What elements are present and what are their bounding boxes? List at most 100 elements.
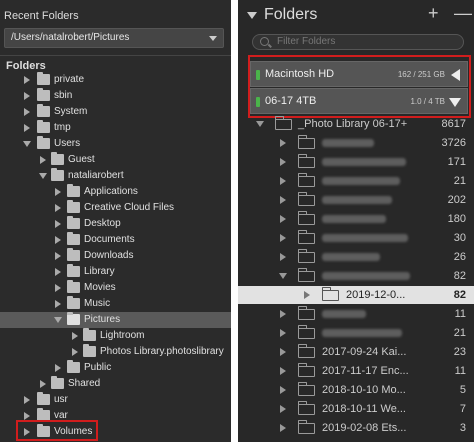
expand-arrow-icon[interactable] bbox=[55, 188, 61, 196]
expand-arrow-icon[interactable] bbox=[72, 332, 78, 340]
collapse-arrow-icon[interactable] bbox=[39, 173, 47, 179]
expand-arrow-icon[interactable] bbox=[24, 396, 30, 404]
tree-item-tmp[interactable]: tmp bbox=[0, 120, 231, 136]
folder-row[interactable]: 82 bbox=[238, 267, 474, 285]
folder-icon bbox=[67, 200, 80, 213]
folder-row-selected[interactable]: 2019-12-0... 82 bbox=[238, 286, 474, 304]
photo-count: 30 bbox=[453, 232, 466, 244]
tree-item-desktop[interactable]: Desktop bbox=[0, 216, 231, 232]
tree-item-shared[interactable]: Shared bbox=[0, 376, 231, 392]
expand-arrow-icon[interactable] bbox=[55, 204, 61, 212]
tree-item-music[interactable]: Music bbox=[0, 296, 231, 312]
collapse-arrow-icon[interactable] bbox=[54, 317, 62, 323]
expand-arrow-icon[interactable] bbox=[280, 424, 286, 432]
expand-arrow-icon[interactable] bbox=[72, 348, 78, 356]
expand-arrow-icon[interactable] bbox=[280, 234, 286, 242]
tree-item-guest[interactable]: Guest bbox=[0, 152, 231, 168]
expand-arrow-icon[interactable] bbox=[280, 215, 286, 223]
filter-folders-input[interactable]: Filter Folders bbox=[252, 34, 464, 50]
obscured-name bbox=[322, 177, 400, 186]
tree-item-downloads[interactable]: Downloads bbox=[0, 248, 231, 264]
tree-item-documents[interactable]: Documents bbox=[0, 232, 231, 248]
expand-arrow-icon[interactable] bbox=[280, 348, 286, 356]
expand-arrow-icon[interactable] bbox=[40, 380, 46, 388]
expand-arrow-icon[interactable] bbox=[55, 220, 61, 228]
tree-item-pictures[interactable]: Pictures bbox=[0, 312, 231, 328]
recent-folder-dropdown[interactable]: /Users/natalrobert/Pictures bbox=[4, 28, 224, 48]
folder-row[interactable]: 171 bbox=[238, 153, 474, 171]
photo-count: 180 bbox=[447, 213, 466, 225]
expand-arrow-icon[interactable] bbox=[280, 310, 286, 318]
tree-item-applications[interactable]: Applications bbox=[0, 184, 231, 200]
collapse-arrow-icon[interactable] bbox=[247, 12, 257, 19]
collapse-arrow-icon[interactable] bbox=[23, 141, 31, 147]
expand-arrow-icon[interactable] bbox=[280, 253, 286, 261]
folder-row[interactable]: 202 bbox=[238, 191, 474, 209]
folder-name: 2018-10-10 Mo... bbox=[322, 384, 406, 396]
expand-arrow-icon[interactable] bbox=[24, 76, 30, 84]
tree-item-users[interactable]: Users bbox=[0, 136, 231, 152]
tree-item-public[interactable]: Public bbox=[0, 360, 231, 376]
photo-count: 5 bbox=[459, 384, 466, 396]
expand-arrow-icon[interactable] bbox=[280, 177, 286, 185]
expand-arrow-icon[interactable] bbox=[55, 252, 61, 260]
tree-item-private[interactable]: private bbox=[0, 72, 231, 88]
folder-icon bbox=[51, 152, 64, 165]
folder-name bbox=[322, 137, 374, 149]
expand-arrow-icon[interactable] bbox=[55, 236, 61, 244]
expand-arrow-icon[interactable] bbox=[280, 139, 286, 147]
tree-item-label: Creative Cloud Files bbox=[84, 202, 175, 213]
expand-arrow-icon[interactable] bbox=[304, 291, 310, 299]
collapse-arrow-icon[interactable] bbox=[256, 121, 264, 127]
folder-row[interactable]: 2018-10-10 Mo... 5 bbox=[238, 381, 474, 399]
folder-icon bbox=[67, 312, 80, 325]
tree-item-sbin[interactable]: sbin bbox=[0, 88, 231, 104]
add-folder-button[interactable]: + bbox=[428, 3, 439, 24]
folder-name: 2018-10-11 We... bbox=[322, 403, 406, 415]
collapse-arrow-icon[interactable] bbox=[279, 273, 287, 279]
folder-icon bbox=[298, 135, 315, 149]
tree-item-label: Documents bbox=[84, 234, 135, 245]
folder-row[interactable]: 180 bbox=[238, 210, 474, 228]
folder-row[interactable]: 21 bbox=[238, 172, 474, 190]
folder-row[interactable]: 2017-11-17 Enc... 11 bbox=[238, 362, 474, 380]
expand-arrow-icon[interactable] bbox=[24, 92, 30, 100]
expand-arrow-icon[interactable] bbox=[280, 158, 286, 166]
folder-row[interactable]: 2018-10-11 We... 7 bbox=[238, 400, 474, 418]
tree-item-system[interactable]: System bbox=[0, 104, 231, 120]
filter-placeholder: Filter Folders bbox=[277, 36, 336, 47]
expand-arrow-icon[interactable] bbox=[24, 108, 30, 116]
tree-item-label: Movies bbox=[84, 282, 116, 293]
expand-arrow-icon[interactable] bbox=[55, 364, 61, 372]
remove-folder-button[interactable]: — bbox=[454, 3, 472, 24]
expand-arrow-icon[interactable] bbox=[40, 156, 46, 164]
folder-row[interactable]: 3726 bbox=[238, 134, 474, 152]
tree-item-nataliarobert[interactable]: nataliarobert bbox=[0, 168, 231, 184]
folder-row[interactable]: 30 bbox=[238, 229, 474, 247]
folder-row[interactable]: 2017-09-24 Kai... 23 bbox=[238, 343, 474, 361]
tree-item-photos-library[interactable]: Photos Library.photoslibrary bbox=[0, 344, 231, 360]
expand-arrow-icon[interactable] bbox=[24, 412, 30, 420]
folder-row[interactable]: 21 bbox=[238, 324, 474, 342]
tree-item-creative-cloud-files[interactable]: Creative Cloud Files bbox=[0, 200, 231, 216]
expand-arrow-icon[interactable] bbox=[280, 367, 286, 375]
expand-arrow-icon[interactable] bbox=[280, 196, 286, 204]
expand-arrow-icon[interactable] bbox=[24, 124, 30, 132]
folder-row[interactable]: 26 bbox=[238, 248, 474, 266]
expand-arrow-icon[interactable] bbox=[55, 300, 61, 308]
expand-arrow-icon[interactable] bbox=[280, 386, 286, 394]
tree-item-lightroom[interactable]: Lightroom bbox=[0, 328, 231, 344]
folder-name bbox=[322, 156, 406, 168]
tree-item-label: Downloads bbox=[84, 250, 134, 261]
folder-row[interactable]: 11 bbox=[238, 305, 474, 323]
expand-arrow-icon[interactable] bbox=[55, 268, 61, 276]
tree-item-usr[interactable]: usr bbox=[0, 392, 231, 408]
folder-row[interactable]: _Photo Library 06-17+ 8617 bbox=[238, 115, 474, 133]
folder-row[interactable]: 2019-02-08 Ets... 3 bbox=[238, 419, 474, 437]
tree-item-library[interactable]: Library bbox=[0, 264, 231, 280]
expand-arrow-icon[interactable] bbox=[55, 284, 61, 292]
tree-item-movies[interactable]: Movies bbox=[0, 280, 231, 296]
obscured-name bbox=[322, 196, 392, 205]
expand-arrow-icon[interactable] bbox=[280, 329, 286, 337]
expand-arrow-icon[interactable] bbox=[280, 405, 286, 413]
